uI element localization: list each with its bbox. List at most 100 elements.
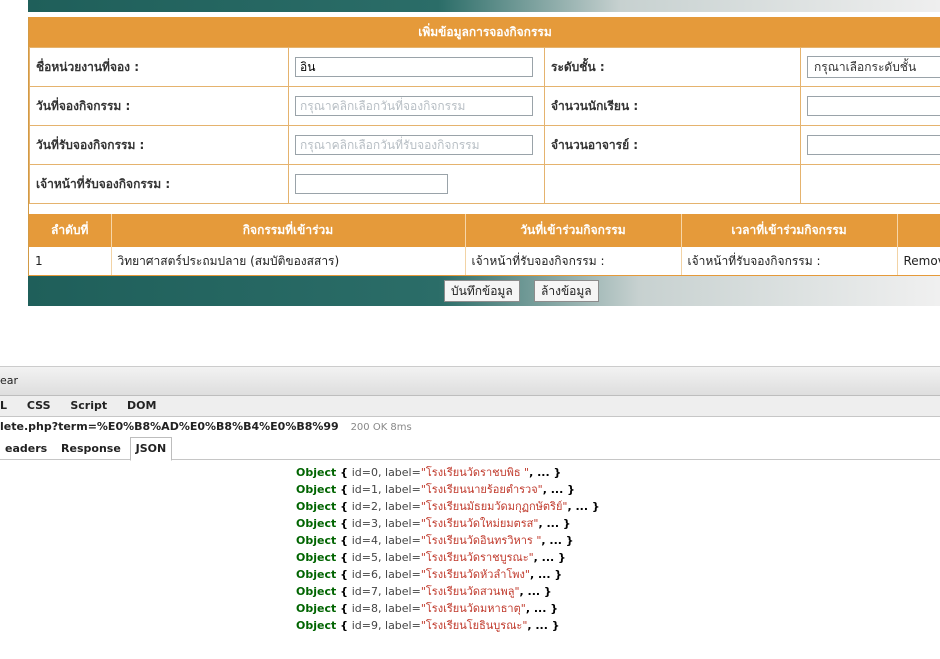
teacher-count-label: จำนวนอาจารย์ : [544,125,801,165]
json-label-value: "โรงเรียนวัดมหาธาตุ" [420,602,526,615]
json-label-value: "โรงเรียนวัดใหม่ยมตรส" [420,517,539,530]
json-id-key: id= [351,568,372,581]
staff-field-cell [288,164,545,204]
json-open-brace: { [336,602,352,615]
staff-label: เจ้าหน้าที่รับจองกิจกรรม : [29,164,289,204]
json-object-keyword: Object [296,517,337,530]
form-row-received-date: วันที่รับจองกิจกรรม : จำนวนอาจารย์ : [29,125,940,165]
json-close-brace: , ... } [519,585,552,598]
json-label-key: , label= [378,534,421,547]
received-date-input[interactable] [295,135,533,155]
json-label-key: , label= [378,500,421,513]
json-close-brace: , ... } [529,568,563,581]
remove-link[interactable]: Remove [897,247,940,277]
booking-date-field-cell [288,86,545,126]
json-label-key: , label= [378,619,421,632]
student-count-input[interactable] [807,96,940,116]
col-header-activity: กิจกรรมที่เข้าร่วม [111,214,466,247]
agency-input[interactable] [295,57,533,77]
json-id-key: id= [351,483,372,496]
json-open-brace: { [336,534,352,547]
json-open-brace: { [336,483,352,496]
clear-button[interactable]: ล้างข้อมูล [534,280,599,302]
form-row-staff: เจ้าหน้าที่รับจองกิจกรรม : [29,164,940,204]
json-object-row[interactable]: Object { id=5, label="โรงเรียนวัดราชบูรณ… [296,549,600,566]
json-id-value: 3 [371,517,379,530]
json-open-brace: { [336,585,352,598]
json-open-brace: { [336,517,352,530]
json-object-row[interactable]: Object { id=9, label="โรงเรียนโยธินบูรณะ… [296,617,600,634]
tab-script[interactable]: Script [70,399,107,412]
json-object-row[interactable]: Object { id=3, label="โรงเรียนวัดใหม่ยมต… [296,515,600,532]
json-label-value: "โรงเรียนวัดราชบูรณะ" [420,551,534,564]
staff-input[interactable] [295,174,448,194]
json-label-value: "โรงเรียนวัดสวนพลู" [420,585,520,598]
json-close-brace: , ... } [567,500,600,513]
booking-date-label: วันที่จองกิจกรรม : [29,86,289,126]
request-line: lete.php?term=%E0%B8%AD%E0%B8%B4%E0%B8%9… [0,417,940,437]
json-label-value: "โรงเรียนวัดราชบพิธ " [420,466,530,479]
booking-app: เพิ่มข้อมูลการจองกิจกรรม ชื่อหน่วยงานที่… [0,0,940,659]
received-date-field-cell [288,125,545,165]
json-close-brace: , ... } [529,466,562,479]
clear-console-button[interactable]: ear [0,374,18,387]
col-header-no: ลำดับที่ [29,214,112,247]
json-object-row[interactable]: Object { id=8, label="โรงเรียนวัดมหาธาตุ… [296,600,600,617]
json-close-brace: , ... } [542,483,575,496]
devtools-toolbar: ear [0,366,940,396]
json-label-key: , label= [378,568,421,581]
empty-cell [800,164,940,204]
save-button[interactable]: บันทึกข้อมูล [444,280,520,302]
row-date: เจ้าหน้าที่รับจองกิจกรรม : [465,247,682,277]
json-id-value: 9 [371,619,379,632]
action-bar: บันทึกข้อมูล ล้างข้อมูล [28,276,940,306]
tab-json[interactable]: JSON [129,437,173,461]
json-object-keyword: Object [296,602,337,615]
devtools-pane: ear L CSS Script DOM lete.php?term=%E0%B… [0,366,940,659]
json-open-brace: { [336,500,352,513]
json-object-keyword: Object [296,568,337,581]
json-label-key: , label= [378,585,421,598]
json-object-row[interactable]: Object { id=4, label="โรงเรียนวัดอินทรวิ… [296,532,600,549]
devtools-tabs: L CSS Script DOM [0,396,940,417]
json-id-value: 8 [371,602,379,615]
json-close-brace: , ... } [527,619,560,632]
agency-label: ชื่อหน่วยงานที่จอง : [29,47,289,87]
teacher-count-input[interactable] [807,135,940,155]
json-open-brace: { [336,568,352,581]
request-url[interactable]: lete.php?term=%E0%B8%AD%E0%B8%B4%E0%B8%9… [0,420,339,433]
grade-select[interactable]: กรุณาเลือกระดับชั้น [807,56,940,78]
json-object-row[interactable]: Object { id=1, label="โรงเรียนนายร้อยตำร… [296,481,600,498]
json-object-list: Object { id=0, label="โรงเรียนวัดราชบพิธ… [296,464,600,634]
form-header: เพิ่มข้อมูลการจองกิจกรรม [29,17,940,47]
json-label-key: , label= [378,602,421,615]
request-subtabs: eaders Response JSON [0,437,940,461]
teacher-count-field-cell [800,125,940,165]
json-object-row[interactable]: Object { id=6, label="โรงเรียนวัดหัวลำโพ… [296,566,600,583]
json-object-keyword: Object [296,500,337,513]
col-header-time: เวลาที่เข้าร่วมกิจกรรม [681,214,898,247]
tab-response[interactable]: Response [56,438,126,460]
tab-headers[interactable]: eaders [0,438,52,460]
json-id-key: id= [351,585,372,598]
json-label-value: "โรงเรียนวัดอินทรวิหาร " [420,534,542,547]
json-label-key: , label= [378,466,421,479]
student-count-label: จำนวนนักเรียน : [544,86,801,126]
json-object-row[interactable]: Object { id=2, label="โรงเรียนมัธยมวัดมก… [296,498,600,515]
json-object-row[interactable]: Object { id=0, label="โรงเรียนวัดราชบพิธ… [296,464,600,481]
form-row-booking-date: วันที่จองกิจกรรม : จำนวนนักเรียน : [29,86,940,126]
json-close-brace: , ... } [541,534,574,547]
json-object-keyword: Object [296,619,337,632]
tab-dom[interactable]: DOM [127,399,156,412]
tab-html[interactable]: L [0,399,7,412]
tab-css[interactable]: CSS [27,399,51,412]
table-row: 1 วิทยาศาสตร์ประถมปลาย (สมบัติของสสาร) เ… [29,247,940,277]
booking-date-input[interactable] [295,96,533,116]
json-object-keyword: Object [296,585,337,598]
received-date-label: วันที่รับจองกิจกรรม : [29,125,289,165]
json-id-value: 0 [371,466,379,479]
row-time: เจ้าหน้าที่รับจองกิจกรรม : [681,247,898,277]
json-object-row[interactable]: Object { id=7, label="โรงเรียนวัดสวนพลู"… [296,583,600,600]
row-activity: วิทยาศาสตร์ประถมปลาย (สมบัติของสสาร) [111,247,466,277]
json-object-keyword: Object [296,534,337,547]
